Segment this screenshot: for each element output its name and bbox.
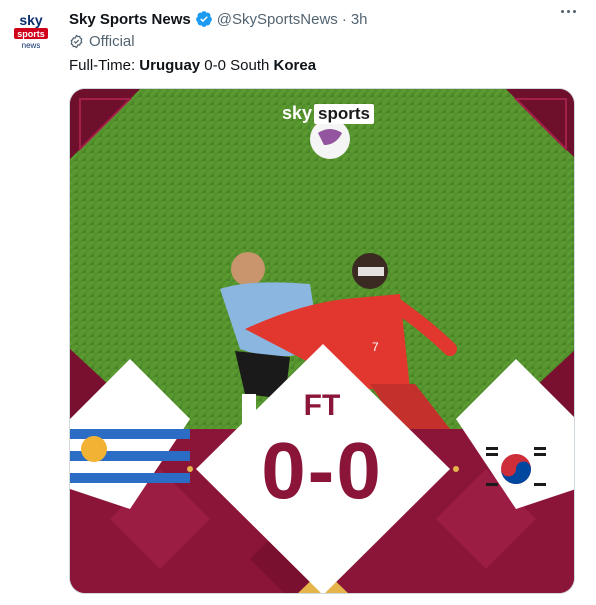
- sky-sports-brand: sky sports: [282, 103, 375, 124]
- brand-sports: sports: [314, 103, 375, 124]
- sky-sports-news-logo: sky sports news: [8, 8, 54, 54]
- separator: ·: [341, 10, 347, 28]
- brand-sky: sky: [282, 103, 313, 123]
- avatar[interactable]: sky sports news: [8, 8, 54, 54]
- team2-name: Korea: [273, 57, 317, 74]
- match-graphic: 7: [70, 89, 574, 593]
- official-label: Official: [69, 33, 135, 50]
- tweet-text-prefix: Full-Time:: [69, 57, 140, 74]
- avatar-line2: sports: [17, 29, 45, 39]
- account-handle[interactable]: @SkySportsNews: [217, 11, 338, 28]
- tweet[interactable]: sky sports news Sky Sports News @SkySpor…: [0, 0, 596, 605]
- timestamp[interactable]: 3h: [351, 11, 368, 28]
- svg-text:7: 7: [372, 340, 379, 354]
- avatar-line3: news: [22, 41, 41, 50]
- account-name[interactable]: Sky Sports News: [69, 11, 191, 28]
- tweet-score-text: 0-0 South: [200, 57, 274, 74]
- verified-badge-icon: [195, 10, 213, 28]
- ball: [310, 119, 350, 159]
- official-text: Official: [89, 33, 135, 50]
- tweet-header: Sky Sports News @SkySportsNews · 3h: [69, 9, 368, 29]
- official-check-icon: [70, 34, 83, 49]
- avatar-line1: sky: [19, 12, 43, 28]
- tweet-text: Full-Time: Uruguay 0-0 South Korea: [69, 57, 316, 74]
- more-options-icon[interactable]: [561, 10, 576, 13]
- tweet-media[interactable]: 7 sky sports FT 0-0: [69, 88, 575, 594]
- team1-name: Uruguay: [139, 57, 201, 74]
